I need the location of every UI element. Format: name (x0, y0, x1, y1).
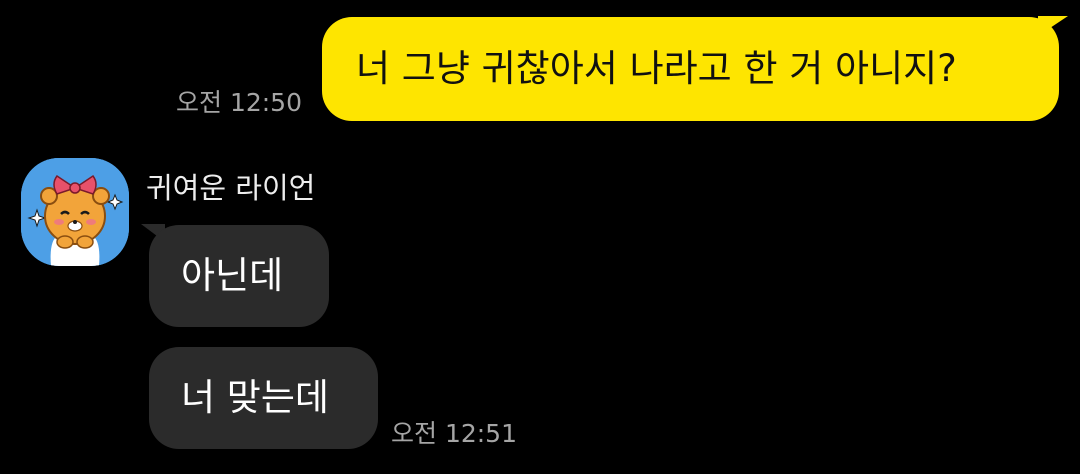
incoming-message-text: 너 맞는데 (181, 376, 329, 419)
incoming-message-bubble[interactable]: 너 맞는데 (149, 347, 378, 449)
incoming-message-text: 아닌데 (181, 254, 284, 297)
outgoing-message-time: 오전 12:50 (176, 88, 302, 117)
outgoing-message-bubble[interactable]: 너 그냥 귀찮아서 나라고 한 거 아니지? (322, 17, 1059, 121)
incoming-message-bubble[interactable]: 아닌데 (149, 225, 329, 327)
incoming-message-time: 오전 12:51 (391, 419, 517, 448)
outgoing-message-text: 너 그냥 귀찮아서 나라고 한 거 아니지? (356, 47, 957, 90)
sender-name: 귀여운 라이언 (146, 171, 316, 205)
ryan-avatar-icon (21, 158, 129, 266)
sender-avatar[interactable] (21, 158, 129, 266)
